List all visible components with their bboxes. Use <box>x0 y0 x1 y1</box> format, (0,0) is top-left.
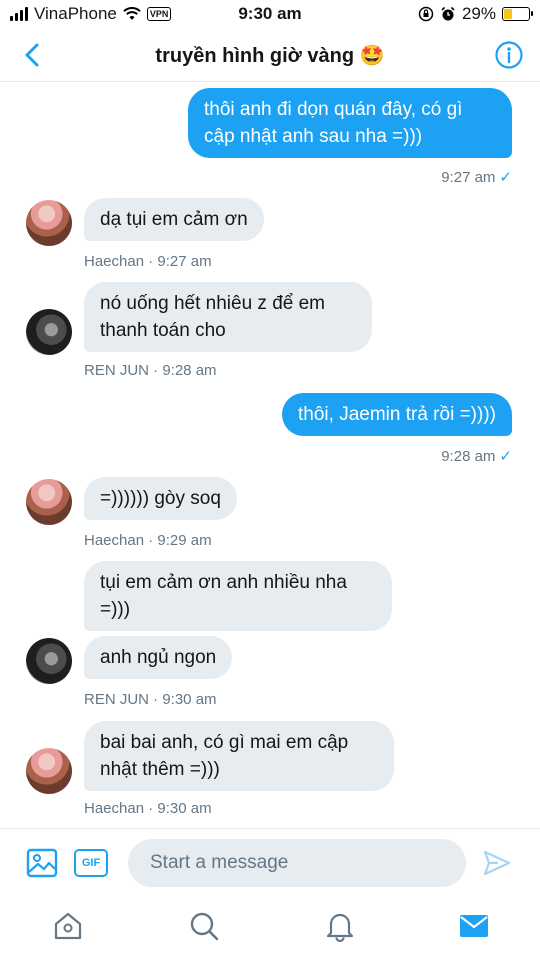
message-sender-meta: REN JUN · 9:30 am <box>84 691 217 708</box>
message-bubble-incoming[interactable]: tụi em cảm ơn anh nhiều nha =))) <box>84 561 392 631</box>
message-input[interactable] <box>128 839 466 887</box>
alarm-icon <box>441 6 455 21</box>
battery-icon <box>502 7 533 21</box>
orientation-lock-icon <box>418 6 434 22</box>
avatar-renjun[interactable] <box>26 309 72 355</box>
conversation-header: truyền hình giờ vàng 🤩 <box>0 30 540 82</box>
message-bubble-outgoing[interactable]: thôi anh đi dọn quán đây, có gì cập nhật… <box>188 88 512 158</box>
image-icon[interactable] <box>26 847 58 879</box>
sent-check-icon: ✓ <box>499 169 512 186</box>
message-bubble-incoming[interactable]: anh ngủ ngon <box>84 636 233 679</box>
sent-check-icon: ✓ <box>499 448 512 465</box>
conversation-title[interactable]: truyền hình giờ vàng 🤩 <box>60 43 480 68</box>
message-timestamp: 9:28 am ✓ <box>441 448 512 465</box>
message-sender-meta: Haechan · 9:30 am <box>84 800 212 817</box>
message-composer: GIF <box>0 828 540 896</box>
message-sender-meta: REN JUN · 9:28 am <box>84 362 217 379</box>
back-button[interactable] <box>18 40 48 70</box>
notifications-icon[interactable] <box>324 910 356 942</box>
home-icon[interactable] <box>52 910 84 942</box>
message-bubble-incoming[interactable]: nó uống hết nhiêu z để em thanh toán cho <box>84 282 372 352</box>
avatar-haechan[interactable] <box>26 479 72 525</box>
send-icon[interactable] <box>482 848 512 878</box>
bottom-tab-bar <box>0 896 540 960</box>
message-bubble-incoming[interactable]: =)))))) gòy soq <box>84 477 237 520</box>
message-sender-meta: Haechan · 9:27 am <box>84 253 212 270</box>
gif-button[interactable]: GIF <box>74 849 108 877</box>
avatar-haechan[interactable] <box>26 748 72 794</box>
messages-icon[interactable] <box>458 910 490 942</box>
avatar-haechan[interactable] <box>26 200 72 246</box>
message-bubble-incoming[interactable]: dạ tụi em cảm ơn <box>84 198 264 241</box>
info-button[interactable] <box>494 40 524 70</box>
search-icon[interactable] <box>188 910 220 942</box>
avatar-renjun[interactable] <box>26 638 72 684</box>
message-timestamp: 9:27 am ✓ <box>441 169 512 186</box>
message-bubble-incoming[interactable]: bai bai anh, có gì mai em cập nhật thêm … <box>84 721 394 791</box>
status-right: 29% <box>418 4 533 24</box>
battery-percent: 29% <box>461 4 496 23</box>
message-list[interactable]: thôi anh đi dọn quán đây, có gì cập nhật… <box>0 83 540 828</box>
message-bubble-outgoing[interactable]: thôi, Jaemin trả rồi =)))) <box>282 393 512 436</box>
status-bar: VinaPhone VPN 9:30 am 29% <box>0 0 540 30</box>
message-sender-meta: Haechan · 9:29 am <box>84 532 212 549</box>
